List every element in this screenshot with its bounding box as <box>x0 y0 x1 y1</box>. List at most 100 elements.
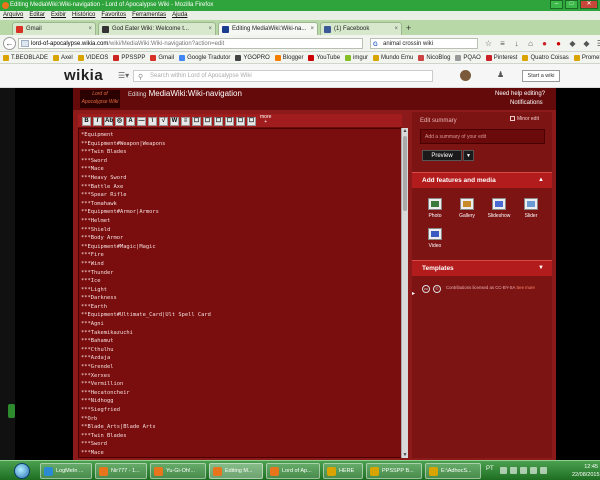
language-indicator[interactable]: PT <box>486 466 494 472</box>
notifications-link[interactable]: Notifications <box>510 100 543 106</box>
add-features-section-header[interactable]: Add features and media ▲ <box>412 172 552 188</box>
list-button[interactable]: ≡ <box>181 117 190 126</box>
search-bar[interactable]: G animal crossin wiki <box>370 38 478 49</box>
bookmark-star-icon[interactable]: ☆ <box>484 39 493 48</box>
wiki-logo[interactable]: Lord of Apocalypse Wiki <box>80 90 120 108</box>
bookmark-item[interactable]: Mundo Emu <box>373 52 413 63</box>
bookmark-item[interactable]: Google Tradutor <box>179 52 230 63</box>
toolbar-button[interactable]: ☐ <box>214 117 223 126</box>
menu-editar[interactable]: Editar <box>29 11 45 20</box>
bold-button[interactable]: B <box>82 117 91 126</box>
source-textarea[interactable]: *Equipment **Equipment#Weapon|Weapons ***T… <box>78 128 402 458</box>
close-window-button[interactable]: ✕ <box>580 0 598 9</box>
bookmark-item[interactable]: imgur <box>345 52 368 63</box>
preview-dropdown-icon[interactable]: ▼ <box>463 150 474 161</box>
textarea-scrollbar[interactable]: ▲ ▼ <box>401 128 408 458</box>
preview-button[interactable]: Preview <box>422 150 462 161</box>
bookmark-item[interactable]: T.BEOBLADE <box>3 52 48 63</box>
new-tab-button[interactable]: + <box>406 23 411 34</box>
tab-editing-wiki-navigation[interactable]: Editing MediaWiki:Wiki-na... × <box>218 22 318 35</box>
tray-icon[interactable] <box>500 467 507 474</box>
site-identity-icon[interactable] <box>21 40 29 47</box>
url-bar[interactable]: lord-of-apocalypse.wikia.com/wiki/MediaW… <box>18 38 363 49</box>
bookmark-item[interactable]: PPSSPP <box>113 52 145 63</box>
horizontal-line-button[interactable]: — <box>137 117 146 126</box>
toolbar-button[interactable]: ☐ <box>236 117 245 126</box>
add-slideshow-button[interactable]: Slideshow <box>485 198 513 219</box>
bookmark-item[interactable]: Axel <box>53 52 73 63</box>
menu-arquivo[interactable]: Arquivo <box>3 11 23 20</box>
tray-icon[interactable] <box>520 467 527 474</box>
help-editing-link[interactable]: Need help editing? <box>495 91 545 97</box>
menu-exibir[interactable]: Exibir <box>51 11 66 20</box>
tab-facebook[interactable]: (1) Facebook × <box>320 22 402 35</box>
windows-start-button[interactable] <box>14 463 30 479</box>
bookmark-item[interactable]: YGOPRO <box>235 52 270 63</box>
minor-edit-checkbox[interactable]: Minor edit <box>510 116 539 122</box>
add-photo-button[interactable]: Photo <box>421 198 449 219</box>
wikia-menu-icon[interactable]: ☰▾ <box>118 71 129 80</box>
bookmark-item[interactable]: YouTube <box>308 52 340 63</box>
edit-summary-input[interactable]: Add a summary of your edit <box>420 129 545 144</box>
network-icon[interactable] <box>540 467 547 474</box>
scroll-up-icon[interactable]: ▲ <box>402 128 408 134</box>
download-icon[interactable]: ↓ <box>512 39 521 48</box>
bookmark-item[interactable]: Blogger <box>274 52 303 63</box>
menu-historico[interactable]: Histórico <box>72 11 95 20</box>
taskbar-item[interactable]: Lord of Ap... <box>266 463 320 479</box>
taskbar-item[interactable]: Editing M... <box>209 463 263 479</box>
toolbar-button[interactable]: ☐ <box>203 117 212 126</box>
tab-god-eater-wiki[interactable]: God Eater Wiki: Welcome t... × <box>98 22 216 35</box>
taskbar-item[interactable]: Nir777 - 1... <box>95 463 147 479</box>
scroll-thumb[interactable] <box>403 136 407 211</box>
bookmark-item[interactable]: Prometheus Online <box>573 52 600 63</box>
signature-button[interactable]: W <box>170 117 179 126</box>
collapse-rail-icon[interactable]: ▸ <box>412 290 415 297</box>
addon-icon-2[interactable]: ◆ <box>582 39 591 48</box>
ignore-format-button[interactable]: \ <box>148 117 157 126</box>
taskbar-item[interactable]: E:\AdhocS... <box>425 463 481 479</box>
bookmark-item[interactable]: Gmail <box>150 52 174 63</box>
bookmark-item[interactable]: Pinterest <box>485 52 517 63</box>
close-tab-icon[interactable]: × <box>394 23 398 35</box>
side-tab[interactable] <box>8 404 15 418</box>
minimize-button[interactable]: – <box>550 0 563 9</box>
bookmark-item[interactable]: PQAO <box>455 52 481 63</box>
bookmarks-list-icon[interactable]: ≡ <box>498 39 507 48</box>
external-link-button[interactable]: ◎ <box>115 117 124 126</box>
addon-icon[interactable]: ◆ <box>568 39 577 48</box>
wikia-search-input[interactable]: ⚲ Search within Lord of Apocalypse Wiki <box>133 70 433 82</box>
toolbar-button[interactable]: ☐ <box>247 117 256 126</box>
add-slider-button[interactable]: Slider <box>517 198 545 219</box>
menu-hamburger-icon[interactable]: ☰ <box>596 39 600 48</box>
close-tab-icon[interactable]: × <box>88 23 92 35</box>
bookmark-item[interactable]: NicoBlog <box>418 52 450 63</box>
back-button[interactable]: ← <box>3 37 16 50</box>
wikia-logo[interactable]: wikia <box>64 67 103 84</box>
home-icon[interactable]: ⌂ <box>526 39 535 48</box>
license-link[interactable]: See more <box>516 285 535 290</box>
internal-link-button[interactable]: Ab <box>104 117 113 126</box>
start-a-wiki-button[interactable]: Start a wiki <box>522 70 560 82</box>
menu-ajuda[interactable]: Ajuda <box>172 11 187 20</box>
tab-gmail[interactable]: Gmail × <box>12 22 96 35</box>
tray-icon[interactable] <box>510 467 517 474</box>
bookmark-item[interactable]: VIDEOS <box>77 52 108 63</box>
close-tab-icon[interactable]: × <box>208 23 212 35</box>
taskbar-item[interactable]: HERE <box>323 463 363 479</box>
maximize-button[interactable]: □ <box>565 0 578 9</box>
add-gallery-button[interactable]: Gallery <box>453 198 481 219</box>
templates-section-header[interactable]: Templates ▼ <box>412 260 552 276</box>
adblock-icon[interactable]: ● <box>554 39 563 48</box>
scroll-down-icon[interactable]: ▼ <box>402 452 408 458</box>
add-video-button[interactable]: Video <box>421 228 449 249</box>
more-tools-button[interactable]: more + <box>260 115 271 125</box>
italic-button[interactable]: I <box>93 117 102 126</box>
headline-button[interactable]: A <box>126 117 135 126</box>
volume-icon[interactable] <box>530 467 537 474</box>
taskbar-item[interactable]: Yu-Gi-Oh!... <box>150 463 206 479</box>
taskbar-item[interactable]: PPSSPP B... <box>366 463 422 479</box>
user-avatar[interactable] <box>460 70 471 81</box>
system-clock[interactable]: 12:45 22/08/2015 <box>572 463 600 479</box>
toolbar-button[interactable]: ☐ <box>225 117 234 126</box>
